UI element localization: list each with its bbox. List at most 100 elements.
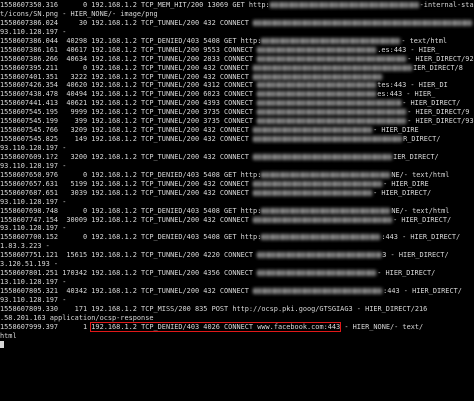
log-line: 93.110.128.197 - — [0, 144, 474, 153]
log-line-tail: IER_DIRECT/ — [393, 152, 439, 161]
log-line-tail: - HIER_DIRECT/93. — [407, 117, 474, 126]
redacted-hostname — [261, 207, 392, 214]
log-line: 93.110.128.197 - — [0, 198, 474, 207]
log-line-tail: :443 - HIER_DIRECT/ — [381, 233, 461, 242]
log-line-text: 93.110.128.197 - — [0, 144, 67, 152]
terminal-cursor — [0, 341, 4, 349]
log-line-text: 1558607747.154 30009 192.168.1.2 TCP_TUN… — [0, 215, 254, 224]
log-line-tail: - HIER_DIRECT/ — [373, 188, 432, 197]
terminal-window[interactable]: 1558607350.316 0 192.168.1.2 TCP_MEM_HIT… — [0, 0, 474, 401]
log-line-tail: -internal-sta — [419, 1, 474, 9]
log-line-text: 1558607545.195 9999 192.168.1.2 TCP_TUNN… — [0, 108, 258, 117]
log-line-text: 1558607401.351 3222 192.168.1.2 TCP_TUNN… — [0, 72, 254, 81]
log-line: 1558607801.251 170342 192.168.1.2 TCP_TU… — [0, 269, 474, 278]
log-line: 1558607809.330 171 192.168.1.2 TCP_MISS/… — [0, 305, 474, 314]
log-line-tail: tes:443 - HIER_DI — [377, 81, 448, 90]
log-line: 1558607751.121 15615 192.168.1.2 TCP_TUN… — [0, 251, 474, 260]
redacted-hostname — [253, 73, 384, 80]
redacted-hostname — [253, 180, 384, 187]
log-line-text: 1558607545.766 3209 192.168.1.2 TCP_TUNN… — [0, 126, 254, 135]
log-line: t/icons/SN.png - HIER_NONE/- image/png — [0, 10, 474, 19]
log-line: 1558607698.748 0 192.168.1.2 TCP_DENIED/… — [0, 207, 474, 216]
log-line-tail: - text/html — [401, 36, 447, 45]
log-line-tail: - HIER_DIRECT/ — [402, 99, 461, 108]
log-line: .58.201.163 application/ocsp-response — [0, 314, 474, 323]
log-line: html — [0, 332, 474, 341]
log-line: 1558607545.766 3209 192.168.1.2 TCP_TUNN… — [0, 126, 474, 135]
log-line: 1558607438.478 40494 192.168.1.2 TCP_TUN… — [0, 90, 474, 99]
redacted-hostname — [253, 64, 414, 71]
highlighted-facebook-entry: 192.168.1.2 TCP_DENIED/403 4026 CONNECT … — [90, 321, 342, 332]
log-line: 1558607545.195 9999 192.168.1.2 TCP_TUNN… — [0, 108, 474, 117]
log-line: 1558607747.154 30009 192.168.1.2 TCP_TUN… — [0, 216, 474, 225]
log-line-text: .58.201.163 application/ocsp-response — [0, 313, 154, 322]
log-line-text: 1558607545.825 149 192.168.1.2 TCP_TUNNE… — [0, 135, 254, 144]
log-line-tail: - HIER_DIRECT/9 — [407, 108, 470, 117]
log-line-tail: - HIER_NONE/- text/ — [340, 322, 424, 331]
log-line-text: 1558607609.1?2 3200 192.168.1.2 TCP_TUNN… — [0, 152, 254, 161]
log-line-text: 1558607687.651 3039 192.168.1.2 TCP_TUNN… — [0, 188, 254, 197]
redacted-hostname — [253, 136, 404, 143]
log-line-text: 1558607801.251 170342 192.168.1.2 TCP_TU… — [0, 269, 258, 278]
log-line-text: 1558607386.266 40634 192.168.1.2 TCP_TUN… — [0, 54, 258, 63]
redacted-hostname — [261, 37, 402, 44]
log-line: 1558607350.316 0 192.168.1.2 TCP_MEM_HIT… — [0, 1, 474, 10]
log-line-tail: NE/- text/html — [391, 206, 450, 215]
redacted-hostname — [253, 189, 374, 196]
log-line: 1558607687.651 3039 192.168.1.2 TCP_TUNN… — [0, 189, 474, 198]
log-line: 1558607609.1?2 3200 192.168.1.2 TCP_TUNN… — [0, 153, 474, 162]
log-line-text: 1558607545.199 399 192.168.1.2 TCP_TUNNE… — [0, 117, 258, 126]
log-line: 1558607386.266 40634 192.168.1.2 TCP_TUN… — [0, 55, 474, 64]
log-line-text: 93.110.128.197 - — [0, 27, 67, 36]
log-line-tail: IER_DIRECT/8 — [413, 63, 463, 72]
log-line: 1558607441.413 40621 192.168.1.2 TCP_TUN… — [0, 99, 474, 108]
log-line-text: 1558607386.044 40298 192.168.1.2 TCP_DEN… — [0, 36, 262, 45]
log-line: 1558607386.161 40617 192.168.1.2 TCP_TUN… — [0, 46, 474, 55]
redacted-hostname — [261, 171, 392, 178]
log-line-highlighted: 1558607999.397 1 192.168.1.2 TCP_DENIED/… — [0, 321, 474, 332]
log-line-text: 1558607657.631 5199 192.168.1.2 TCP_TUNN… — [0, 179, 254, 188]
redacted-hostname — [261, 234, 382, 241]
log-line: 1558607650.976 0 192.168.1.2 TCP_DENIED/… — [0, 171, 474, 180]
log-line-text: 1558607441.413 40621 192.168.1.2 TCP_TUN… — [0, 99, 258, 108]
redacted-hostname — [253, 127, 374, 134]
log-line-text: 1558607700.152 0 192.168.1.2 TCP_DENIED/… — [0, 233, 262, 242]
log-line-tail: - HIER_DIRECT/92.123. — [407, 54, 474, 63]
redacted-hostname — [257, 82, 378, 89]
redacted-hostname — [257, 252, 383, 259]
redacted-hostname — [257, 270, 378, 277]
redacted-hostname — [257, 100, 403, 107]
log-line: 1558607805.321 40342 192.168.1.2 TCP_TUN… — [0, 287, 474, 296]
prompt-line[interactable] — [0, 341, 474, 350]
log-line-tail: - HIER_DIRE — [383, 179, 429, 188]
log-line-tail: - HIER_DIRECT/ — [393, 215, 452, 224]
log-line-tail: es:443 - HIER_ — [377, 90, 436, 99]
log-line: 1558607386.044 40298 192.168.1.2 TCP_DEN… — [0, 37, 474, 46]
log-line-tail: NE/- text/html — [391, 170, 450, 179]
log-line: 3.120.51.193 - — [0, 260, 474, 269]
log-line-text: 93.110.128.197 - — [0, 197, 67, 206]
log-line: 1558607545.199 399 192.168.1.2 TCP_TUNNE… — [0, 117, 474, 126]
log-line-text: t/icons/SN.png - HIER_NONE/- image/png — [0, 9, 158, 18]
log-line-text: html — [0, 331, 17, 340]
log-line-text: 1558607698.748 0 192.168.1.2 TCP_DENIED/… — [0, 206, 262, 215]
redacted-hostname — [257, 118, 408, 125]
log-line-text: 1558607426.354 40620 192.168.1.2 TCP_TUN… — [0, 81, 258, 90]
log-line-tail: - HIER_DIRECT/ — [377, 269, 436, 278]
log-line-text: 1558607805.321 40342 192.168.1.2 TCP_TUN… — [0, 287, 254, 295]
redacted-hostname — [257, 46, 378, 53]
log-line-text: 93.110.128.197 - — [0, 161, 67, 170]
log-line-text: 1558607350.316 0 192.168.1.2 TCP_MEM_HIT… — [0, 1, 270, 9]
log-line-text: 1558607751.121 15615 192.168.1.2 TCP_TUN… — [0, 251, 258, 260]
log-line: 1.83.3.223 - — [0, 242, 474, 251]
log-line-text: 1558607438.478 40494 192.168.1.2 TCP_TUN… — [0, 90, 258, 99]
log-line: 1558607401.351 3222 192.168.1.2 TCP_TUNN… — [0, 73, 474, 82]
log-line: 1558607386.024 30 192.168.1.2 TCP_TUNNEL… — [0, 19, 474, 28]
redacted-hostname — [253, 216, 394, 223]
log-line: 93.110.128.197 - — [0, 296, 474, 305]
log-line: 1558607700.152 0 192.168.1.2 TCP_DENIED/… — [0, 233, 474, 242]
log-line: 93.110.128.197 - — [0, 162, 474, 171]
log-line-tail: R_DIRECT/ — [403, 135, 441, 144]
redacted-hostname — [253, 19, 474, 26]
log-line-text: 1558607386.024 30 192.168.1.2 TCP_TUNNEL… — [0, 18, 254, 27]
